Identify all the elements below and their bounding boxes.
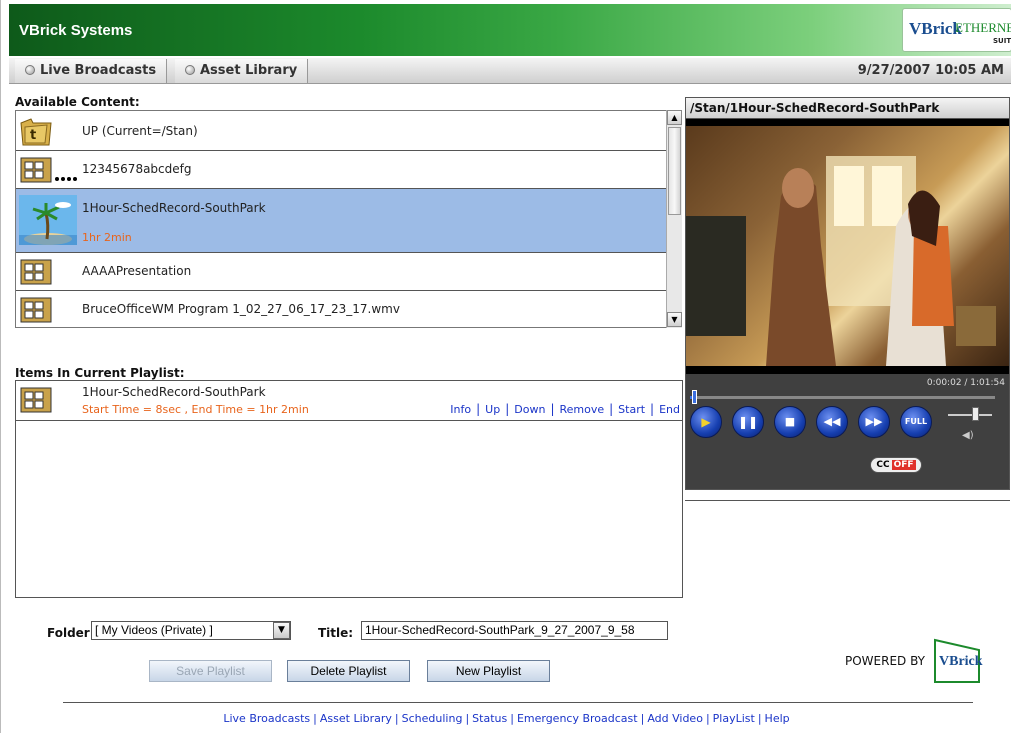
fullscreen-button[interactable]: FULL xyxy=(900,406,932,438)
closed-caption-toggle[interactable]: CC OFF xyxy=(870,457,922,473)
current-datetime: 9/27/2007 10:05 AM xyxy=(857,63,1004,78)
footer-link-help[interactable]: Help xyxy=(765,712,790,725)
list-item-selected[interactable]: 1Hour-SchedRecord-SouthPark 1hr 2min xyxy=(16,189,666,253)
cc-state: OFF xyxy=(891,460,916,470)
stop-button[interactable]: ■ xyxy=(774,406,806,438)
available-content-list[interactable]: t UP (Current=/Stan) 12345678abcdefg 1Ho… xyxy=(15,110,682,328)
app-title: VBrick Systems xyxy=(19,22,133,39)
volume-slider[interactable] xyxy=(948,414,992,416)
new-playlist-button[interactable]: New Playlist xyxy=(427,660,550,682)
powered-by-text: POWERED BY xyxy=(845,654,926,668)
filmstrip-icon xyxy=(19,257,53,290)
down-link[interactable]: Down xyxy=(514,403,545,416)
video-scene-image xyxy=(686,156,996,366)
chevron-down-icon[interactable]: ▼ xyxy=(273,622,290,639)
fast-forward-button[interactable]: ▶▶ xyxy=(858,406,890,438)
tab-live-label: Live Broadcasts xyxy=(40,63,157,78)
rewind-button[interactable]: ◀◀ xyxy=(816,406,848,438)
video-frame[interactable] xyxy=(686,126,1009,366)
list-item-name: BruceOfficeWM Program 1_02_27_06_17_23_1… xyxy=(82,302,400,316)
start-link[interactable]: Start xyxy=(618,403,645,416)
list-item-name: UP (Current=/Stan) xyxy=(82,124,198,138)
folder-select[interactable]: [ My Videos (Private) ] xyxy=(91,621,291,640)
list-item-name: 1Hour-SchedRecord-SouthPark xyxy=(82,201,266,215)
tab-live-broadcasts[interactable]: Live Broadcasts xyxy=(15,59,168,83)
playlist-item-times: Start Time = 8sec , End Time = 1hr 2min xyxy=(82,403,309,416)
playlist-box[interactable]: 1Hour-SchedRecord-SouthPark Start Time =… xyxy=(15,380,683,598)
tab-asset-library[interactable]: Asset Library xyxy=(175,59,309,83)
scroll-up-arrow-icon[interactable]: ▲ xyxy=(667,110,682,125)
logo-suite-text: SUITE xyxy=(993,37,1011,45)
tab-asset-label: Asset Library xyxy=(200,63,298,78)
filmstrip-icon xyxy=(19,385,53,418)
footer-link-live-broadcasts[interactable]: Live Broadcasts xyxy=(223,712,310,725)
footer-divider xyxy=(63,702,973,703)
radio-dot-icon xyxy=(25,65,35,75)
playlist-label: Items In Current Playlist: xyxy=(15,366,185,380)
footer-link-emergency-broadcast[interactable]: Emergency Broadcast xyxy=(517,712,638,725)
list-item-video[interactable]: AAAAPresentation xyxy=(16,253,666,291)
title-input[interactable]: 1Hour-SchedRecord-SouthPark_9_27_2007_9_… xyxy=(361,621,668,640)
header-bar: VBrick Systems VBrick ETHERNETV SUITE xyxy=(9,4,1011,56)
seek-bar[interactable] xyxy=(690,396,995,399)
info-link[interactable]: Info xyxy=(450,403,471,416)
list-item-name: 12345678abcdefg xyxy=(82,162,192,176)
playback-time: 0:00:02 / 1:01:54 xyxy=(926,378,1005,388)
logo-ethernet-text: ETHERNETV xyxy=(955,20,1011,35)
playlist-item-name: 1Hour-SchedRecord-SouthPark xyxy=(82,385,266,399)
app-window: VBrick Systems VBrick ETHERNETV SUITE Li… xyxy=(0,0,1011,733)
playlist-item[interactable]: 1Hour-SchedRecord-SouthPark Start Time =… xyxy=(16,381,682,421)
speaker-icon: ◀) xyxy=(962,430,974,441)
scroll-down-arrow-icon[interactable]: ▼ xyxy=(667,312,682,327)
video-player: /Stan/1Hour-SchedRecord-SouthPark 0:00:0… xyxy=(685,97,1010,490)
remove-link[interactable]: Remove xyxy=(559,403,604,416)
footer-link-playlist[interactable]: PlayList xyxy=(713,712,755,725)
up-link[interactable]: Up xyxy=(485,403,500,416)
divider xyxy=(685,500,1010,501)
folder-up-icon: t xyxy=(19,115,53,150)
play-button[interactable]: ▶ xyxy=(690,406,722,438)
available-content-label: Available Content: xyxy=(15,95,140,109)
list-item-duration: 1hr 2min xyxy=(82,231,132,244)
video-title: /Stan/1Hour-SchedRecord-SouthPark xyxy=(686,98,1009,119)
filmstrip-icon xyxy=(19,295,53,327)
footer-link-scheduling[interactable]: Scheduling xyxy=(402,712,463,725)
scroll-thumb[interactable] xyxy=(668,127,681,215)
playlist-actions: Info | Up | Down | Remove | Start | End xyxy=(450,402,680,416)
list-item-name: AAAAPresentation xyxy=(82,264,192,278)
volume-handle[interactable] xyxy=(972,407,979,421)
vbrick-logo: VBrick xyxy=(931,638,983,684)
svg-text:t: t xyxy=(30,128,36,143)
filmstrip-icon xyxy=(19,155,79,188)
list-item-video[interactable]: 12345678abcdefg xyxy=(16,151,666,189)
footer-link-asset-library[interactable]: Asset Library xyxy=(320,712,392,725)
radio-dot-icon xyxy=(185,65,195,75)
footer-link-status[interactable]: Status xyxy=(472,712,507,725)
player-controls: 0:00:02 / 1:01:54 ▶ ❚❚ ■ ◀◀ ▶▶ FULL ◀) C… xyxy=(686,374,1009,489)
end-link[interactable]: End xyxy=(659,403,680,416)
pause-button[interactable]: ❚❚ xyxy=(732,406,764,438)
vbrick-ethernetv-logo: VBrick ETHERNETV SUITE xyxy=(902,8,1011,52)
list-item-video[interactable]: BruceOfficeWM Program 1_02_27_06_17_23_1… xyxy=(16,291,666,327)
logo-vbrick-text: VBrick xyxy=(909,19,962,38)
content-scrollbar[interactable]: ▲ ▼ xyxy=(666,110,682,328)
footer-link-add-video[interactable]: Add Video xyxy=(647,712,703,725)
seek-handle[interactable] xyxy=(692,390,697,404)
title-label: Title: xyxy=(318,626,354,640)
folder-label: Folder: xyxy=(47,626,95,640)
vbrick-logo-text: VBrick xyxy=(939,654,983,669)
delete-playlist-button[interactable]: Delete Playlist xyxy=(287,660,410,682)
tab-bar: Live Broadcasts Asset Library 9/27/2007 … xyxy=(9,58,1011,84)
list-item-up[interactable]: t UP (Current=/Stan) xyxy=(16,111,666,151)
save-playlist-button[interactable]: Save Playlist xyxy=(149,660,272,682)
beach-thumbnail-icon xyxy=(19,195,77,248)
cc-label: CC xyxy=(876,460,890,470)
footer-nav: Live Broadcasts | Asset Library | Scheduling… xyxy=(223,712,790,725)
